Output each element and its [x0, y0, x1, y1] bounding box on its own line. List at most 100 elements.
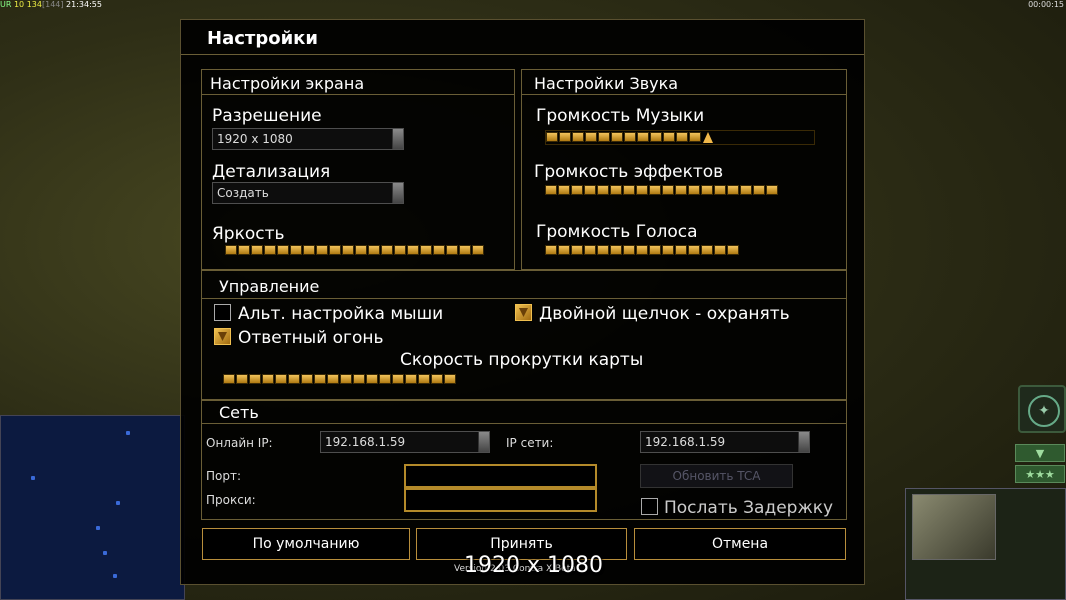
slider-segment [459, 245, 471, 255]
proxy-label: Прокси: [206, 493, 256, 507]
proxy-field[interactable] [404, 488, 597, 512]
scroll-down-button[interactable]: ▼ [1015, 444, 1065, 462]
defaults-button[interactable]: По умолчанию [202, 528, 410, 560]
alt-mouse-label: Альт. настройка мыши [238, 304, 444, 324]
slider-segment [366, 374, 378, 384]
slider-segment [701, 245, 713, 255]
minimap-unit [126, 431, 130, 435]
return-fire-checkbox[interactable] [214, 328, 231, 345]
music-volume-slider[interactable] [545, 130, 815, 145]
slider-segment [688, 185, 700, 195]
slider-segment [329, 245, 341, 255]
online-ip-label: Онлайн IP: [206, 436, 273, 450]
dropdown-arrow-icon [478, 432, 489, 452]
compass-icon: ✦ [1028, 395, 1060, 427]
slider-segment [714, 245, 726, 255]
hud-timer: 00:00:15 [1028, 0, 1064, 9]
minimap-unit [113, 574, 117, 578]
slider-segment [572, 132, 584, 142]
detail-value: Создать [217, 186, 269, 200]
slider-segment [316, 245, 328, 255]
lan-ip-dropdown[interactable]: 192.168.1.59 [640, 431, 810, 453]
music-volume-label: Громкость Музыки [536, 106, 705, 126]
rank-stars-button[interactable]: ★★★ [1015, 465, 1065, 483]
scroll-speed-label: Скорость прокрутки карты [400, 350, 644, 370]
dropdown-arrow-icon [798, 432, 809, 452]
send-delay-checkbox[interactable] [641, 498, 658, 515]
slider-thumb[interactable] [702, 132, 714, 144]
slider-segment [472, 245, 484, 255]
scroll-speed-slider[interactable] [223, 374, 456, 386]
slider-segment [264, 245, 276, 255]
brightness-label: Яркость [212, 224, 285, 244]
radar-button[interactable]: ✦ [1018, 385, 1066, 433]
update-tca-button[interactable]: Обновить TCA [640, 464, 793, 488]
slider-segment [418, 374, 430, 384]
slider-segment [740, 185, 752, 195]
hud-stat-b: 10 [13, 0, 25, 9]
slider-segment [689, 132, 701, 142]
effects-volume-slider[interactable] [545, 185, 778, 197]
hud-stat-c: 134 [26, 0, 42, 9]
slider-segment [446, 245, 458, 255]
cancel-button[interactable]: Отмена [634, 528, 846, 560]
slider-segment [381, 245, 393, 255]
slider-segment [290, 245, 302, 255]
slider-segment [353, 374, 365, 384]
slider-segment [714, 185, 726, 195]
slider-segment [662, 245, 674, 255]
minimap[interactable] [0, 415, 185, 600]
unit-portrait[interactable] [912, 494, 996, 560]
slider-segment [379, 374, 391, 384]
slider-segment [637, 132, 649, 142]
slider-segment [368, 245, 380, 255]
slider-segment [624, 132, 636, 142]
slider-segment [249, 374, 261, 384]
slider-segment [225, 245, 237, 255]
send-delay-label: Послать Задержку [664, 498, 834, 518]
slider-segment [558, 185, 570, 195]
hud-clock: 21:34:55 [66, 0, 102, 9]
slider-segment [727, 245, 739, 255]
slider-segment [623, 185, 635, 195]
dialog-title: Настройки [207, 28, 319, 49]
lan-ip-value: 192.168.1.59 [645, 435, 726, 449]
slider-segment [676, 132, 688, 142]
minimap-unit [103, 551, 107, 555]
network-header: Сеть [219, 403, 259, 422]
slider-segment [223, 374, 235, 384]
resolution-dropdown[interactable]: 1920 x 1080 [212, 128, 404, 150]
slider-segment [675, 185, 687, 195]
effects-volume-label: Громкость эффектов [534, 162, 724, 182]
slider-segment [251, 245, 263, 255]
lan-ip-label: IP сети: [506, 436, 554, 450]
screen-header-divider [201, 94, 515, 95]
dropdown-arrow-icon [392, 183, 403, 203]
port-field[interactable] [404, 464, 597, 488]
hud-stats: UR 10 134[144] 21:34:55 [0, 0, 102, 9]
alt-mouse-checkbox[interactable] [214, 304, 231, 321]
slider-segment [431, 374, 443, 384]
controls-header: Управление [219, 277, 320, 296]
slider-segment [559, 132, 571, 142]
voice-volume-slider[interactable] [545, 245, 739, 257]
port-label: Порт: [206, 469, 242, 483]
double-click-guard-checkbox[interactable] [515, 304, 532, 321]
slider-segment [262, 374, 274, 384]
minimap-unit [96, 526, 100, 530]
voice-volume-label: Громкость Голоса [536, 222, 698, 242]
hud-stat-d: [144] [41, 0, 64, 9]
dropdown-arrow-icon [392, 129, 403, 149]
slider-segment [277, 245, 289, 255]
resolution-overlay-text: 1920 x 1080 [464, 553, 603, 578]
network-header-divider [201, 423, 847, 424]
slider-segment [663, 132, 675, 142]
detail-label: Детализация [212, 162, 331, 182]
slider-segment [558, 245, 570, 255]
detail-dropdown[interactable]: Создать [212, 182, 404, 204]
slider-segment [301, 374, 313, 384]
slider-segment [649, 245, 661, 255]
online-ip-dropdown[interactable]: 192.168.1.59 [320, 431, 490, 453]
slider-segment [649, 185, 661, 195]
brightness-slider[interactable] [225, 245, 484, 257]
